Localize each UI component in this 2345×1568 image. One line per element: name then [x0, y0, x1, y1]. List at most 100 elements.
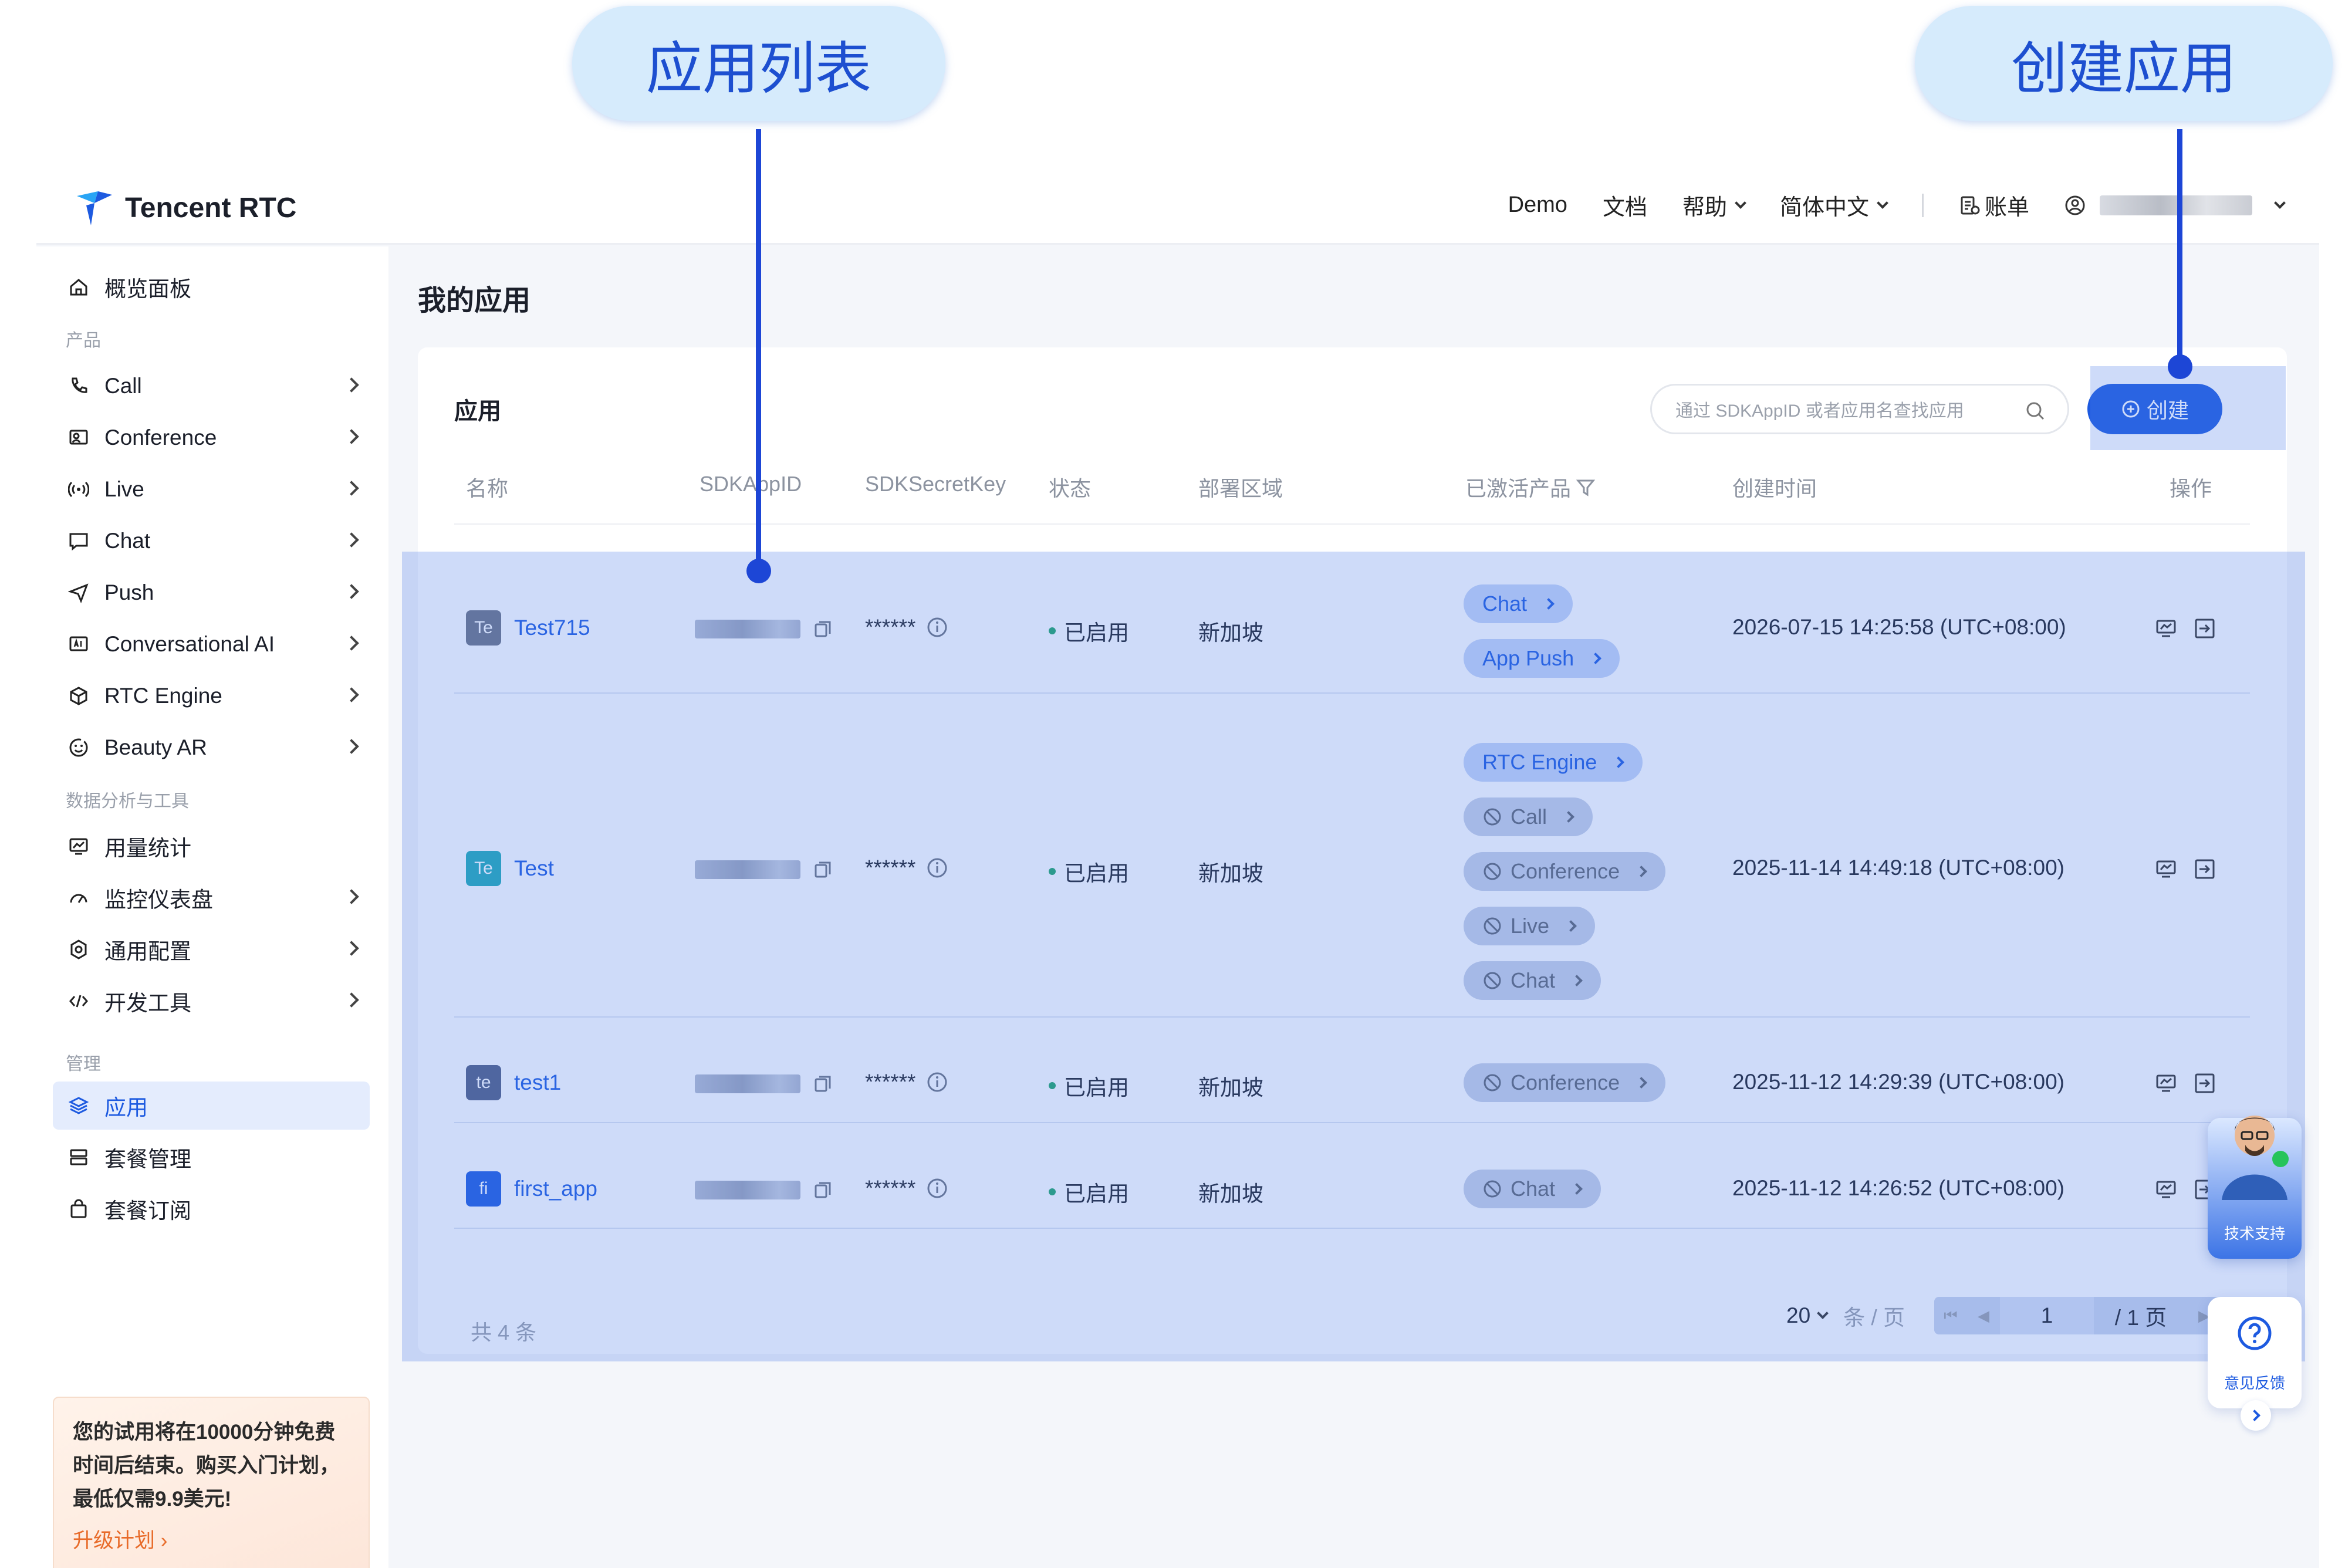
sidebar-item-label: 通用配置 [104, 940, 191, 964]
floating-expand-button[interactable] [2241, 1400, 2271, 1431]
chevron-down-icon [2274, 197, 2286, 209]
cube-icon [67, 684, 90, 708]
column-header-actions: 操作 [2170, 477, 2212, 501]
upgrade-plan-label: 升级计划 [73, 1529, 156, 1552]
nav-help[interactable]: 帮助 [1682, 189, 1746, 221]
upgrade-plan-link[interactable]: 升级计划 › [73, 1524, 350, 1554]
column-header-secret: SDKSecretKey [865, 472, 1006, 496]
home-icon [67, 275, 90, 299]
nav-billing[interactable]: 账单 [1959, 189, 2029, 221]
chat-bubble-icon [67, 529, 90, 553]
column-header-name: 名称 [466, 477, 509, 501]
sidebar-item-beauty-ar[interactable]: Beauty AR [53, 724, 370, 772]
chevron-right-icon [344, 429, 359, 444]
sidebar-item-label: Chat [104, 529, 151, 553]
top-header: Tencent RTC Demo 文档 帮助 简体中文 账单 [36, 154, 2319, 245]
gauge-icon [67, 886, 90, 910]
promo-line-2: 时间后结束。购买入门计划， [73, 1454, 340, 1477]
tech-support-widget[interactable]: 技术支持 [2208, 1116, 2302, 1259]
chevron-right-icon [344, 992, 359, 1008]
column-header-status: 状态 [1049, 477, 1092, 501]
brand-name: Tencent RTC [125, 192, 297, 224]
user-name-redacted [2100, 195, 2252, 215]
chevron-right-icon [344, 481, 359, 496]
column-header-products[interactable]: 已激活产品 [1465, 472, 1596, 502]
bill-icon [1961, 196, 1980, 214]
ai-icon [67, 633, 90, 656]
sidebar-item-label: Live [104, 477, 144, 501]
nav-docs[interactable]: 文档 [1603, 189, 1647, 221]
send-icon [67, 581, 90, 604]
sidebar-item-label: 开发工具 [104, 991, 191, 1015]
sidebar-item-subscriptions[interactable]: 套餐订阅 [53, 1185, 370, 1233]
sidebar-item-label: Conference [104, 425, 217, 450]
sidebar-item-conversational-ai[interactable]: Conversational AI [53, 620, 370, 668]
chevron-right-icon [344, 739, 359, 754]
feedback-label: 意见反馈 [2224, 1374, 2285, 1392]
create-button-highlight [2090, 366, 2286, 450]
app-list-highlight [402, 552, 2305, 1361]
sidebar-item-usage[interactable]: 用量统计 [53, 822, 370, 870]
sidebar-item-label: Conversational AI [104, 632, 275, 656]
nav-language[interactable]: 简体中文 [1779, 189, 1888, 221]
search-input[interactable]: 通过 SDKAppID 或者应用名查找应用 [1650, 384, 2069, 434]
sidebar-item-push[interactable]: Push [53, 569, 370, 617]
card-title: 应用 [454, 398, 501, 424]
sidebar-item-plans[interactable]: 套餐管理 [53, 1133, 370, 1181]
sidebar-item-label: Beauty AR [104, 735, 207, 759]
sidebar-item-rtc-engine[interactable]: RTC Engine [53, 672, 370, 720]
support-agent-avatar-icon [2222, 1116, 2289, 1200]
sidebar-item-dev-tools[interactable]: 开发工具 [53, 977, 370, 1025]
promo-line-1: 您的试用将在10000分钟免费 [73, 1421, 336, 1444]
chevron-right-icon [344, 377, 359, 393]
server-icon [67, 1145, 90, 1169]
chevron-down-icon [1877, 197, 1888, 209]
chevron-right-icon [344, 636, 359, 651]
sidebar-item-monitor[interactable]: 监控仪表盘 [53, 874, 370, 922]
sidebar-item-apps[interactable]: 应用 [53, 1082, 370, 1130]
shopping-bag-icon [67, 1197, 90, 1221]
sidebar-item-label: 监控仪表盘 [104, 888, 213, 912]
feedback-widget[interactable]: 意见反馈 [2208, 1297, 2302, 1408]
top-nav: Demo 文档 帮助 简体中文 账单 [1473, 189, 2286, 221]
nav-demo[interactable]: Demo [1508, 192, 1567, 218]
sidebar-item-general-config[interactable]: 通用配置 [53, 925, 370, 974]
column-header-sdkappid: SDKAppID [700, 472, 802, 496]
column-header-products-label: 已激活产品 [1465, 477, 1572, 501]
promo-line-3: 最低仅需9.9美元! [73, 1488, 232, 1510]
sidebar-item-label: Call [104, 374, 142, 398]
sidebar-item-label: RTC Engine [104, 684, 222, 708]
sidebar-item-label: 用量统计 [104, 836, 191, 860]
annotation-app-list: 应用列表 [572, 6, 945, 121]
tencent-rtc-logo-icon [75, 188, 114, 228]
chevron-right-icon [344, 941, 359, 956]
user-menu[interactable] [2064, 195, 2286, 216]
chevron-right-icon [344, 687, 359, 702]
chevron-right-icon [2249, 1410, 2260, 1421]
sidebar-item-label: 概览面板 [104, 277, 191, 301]
nav-language-label: 简体中文 [1779, 195, 1869, 220]
nav-divider [1921, 193, 1924, 217]
sidebar-item-overview[interactable]: 概览面板 [53, 263, 370, 311]
sidebar-item-call[interactable]: Call [53, 362, 370, 410]
phone-icon [67, 374, 90, 398]
gear-icon [67, 938, 90, 961]
table-header-divider [454, 523, 2250, 525]
search-icon[interactable] [2024, 400, 2046, 422]
column-header-created: 创建时间 [1732, 477, 1817, 501]
sidebar-item-live[interactable]: Live [53, 465, 370, 513]
sidebar-item-conference[interactable]: Conference [53, 414, 370, 462]
tech-support-label: 技术支持 [2224, 1225, 2285, 1242]
nav-help-label: 帮助 [1682, 195, 1727, 220]
filter-icon[interactable] [1576, 477, 1596, 497]
brand-logo[interactable]: Tencent RTC [75, 188, 296, 228]
sidebar-item-label: 套餐订阅 [104, 1199, 191, 1223]
annotation-create-app: 创建应用 [1915, 6, 2333, 121]
user-icon [2065, 195, 2085, 215]
conference-icon [67, 426, 90, 450]
sidebar-section-manage: 管理 [66, 1055, 101, 1074]
usage-chart-icon [67, 834, 90, 858]
sidebar-item-chat[interactable]: Chat [53, 517, 370, 565]
chevron-right-icon [344, 889, 359, 904]
upgrade-promo-card: 您的试用将在10000分钟免费 时间后结束。购买入门计划， 最低仅需9.9美元!… [53, 1397, 370, 1568]
